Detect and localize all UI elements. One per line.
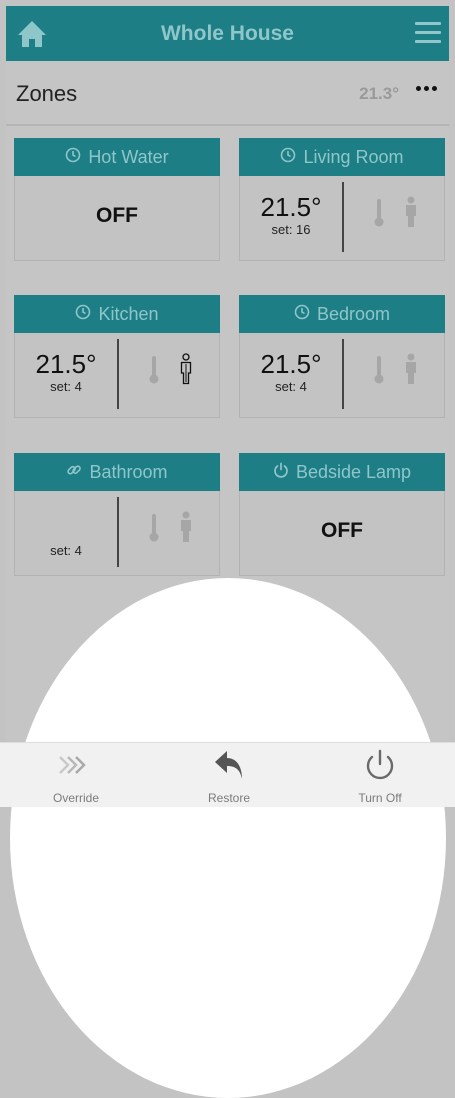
divider bbox=[6, 124, 449, 126]
zones-label: Zones bbox=[16, 81, 78, 106]
undo-icon bbox=[179, 749, 279, 781]
zone-setpoint: set: 4 bbox=[50, 543, 82, 558]
home-icon[interactable] bbox=[16, 19, 48, 49]
bottom-action-bar: Override Restore Turn Off bbox=[0, 742, 455, 807]
thermometer-icon bbox=[149, 355, 159, 390]
restore-label: Restore bbox=[207, 791, 251, 805]
zone-name: Bedside Lamp bbox=[295, 461, 412, 482]
zone-card-living-room[interactable]: Living Room 21.5° set: 16 bbox=[239, 138, 445, 262]
person-icon bbox=[404, 353, 418, 390]
zone-setpoint: set: 4 bbox=[275, 379, 307, 394]
power-icon bbox=[273, 462, 289, 483]
zone-temperature: 21.5° bbox=[260, 192, 322, 222]
zone-card-bathroom[interactable]: Bathroom set: 4 bbox=[14, 453, 220, 577]
restore-button[interactable]: Restore bbox=[179, 749, 279, 805]
clock-icon bbox=[65, 147, 81, 168]
thermometer-icon bbox=[149, 513, 159, 548]
top-bar: Whole House bbox=[6, 6, 449, 61]
zone-card-kitchen[interactable]: Kitchen 21.5° set: 4 bbox=[14, 295, 220, 419]
zone-state: OFF bbox=[321, 519, 363, 542]
zone-name: Bedroom bbox=[316, 303, 391, 324]
override-button[interactable]: Override bbox=[26, 749, 126, 805]
link-icon bbox=[66, 462, 82, 483]
zone-state: OFF bbox=[96, 204, 138, 227]
zone-temperature: 21.5° bbox=[260, 349, 322, 379]
more-options-icon[interactable] bbox=[416, 86, 437, 91]
override-label: Override bbox=[52, 791, 99, 805]
action-overlay bbox=[10, 578, 446, 1098]
zone-name: Bathroom bbox=[89, 461, 168, 482]
person-icon bbox=[404, 196, 418, 233]
separator bbox=[117, 339, 119, 409]
clock-icon bbox=[75, 304, 91, 325]
turn-off-label: Turn Off bbox=[358, 791, 402, 805]
zone-card-hot-water[interactable]: Hot Water OFF bbox=[14, 138, 220, 262]
zone-name: Hot Water bbox=[88, 146, 169, 167]
zone-temperature bbox=[21, 509, 111, 535]
zone-setpoint: set: 16 bbox=[271, 222, 311, 237]
separator bbox=[117, 497, 119, 567]
zone-temperature: 21.5° bbox=[35, 349, 97, 379]
zone-setpoint: set: 4 bbox=[50, 379, 82, 394]
power-icon bbox=[330, 749, 430, 781]
separator bbox=[342, 182, 344, 252]
zone-name: Living Room bbox=[303, 146, 404, 167]
menu-icon[interactable] bbox=[415, 22, 441, 44]
turn-off-button[interactable]: Turn Off bbox=[330, 749, 430, 805]
thermometer-icon bbox=[374, 198, 384, 233]
page-title: Whole House bbox=[160, 21, 294, 45]
zones-temperature: 21.3° bbox=[359, 84, 399, 103]
zone-card-bedside-lamp[interactable]: Bedside Lamp OFF bbox=[239, 453, 445, 577]
clock-icon bbox=[294, 304, 310, 325]
zone-card-bedroom[interactable]: Bedroom 21.5° set: 4 bbox=[239, 295, 445, 419]
separator bbox=[342, 339, 344, 409]
thermometer-icon bbox=[374, 355, 384, 390]
zone-name: Kitchen bbox=[98, 303, 159, 324]
clock-icon bbox=[280, 147, 296, 168]
person-icon bbox=[179, 511, 193, 548]
fast-forward-icon bbox=[26, 749, 126, 781]
person-occupied-icon bbox=[179, 353, 193, 390]
zones-header: Zones 21.3° bbox=[6, 68, 449, 120]
